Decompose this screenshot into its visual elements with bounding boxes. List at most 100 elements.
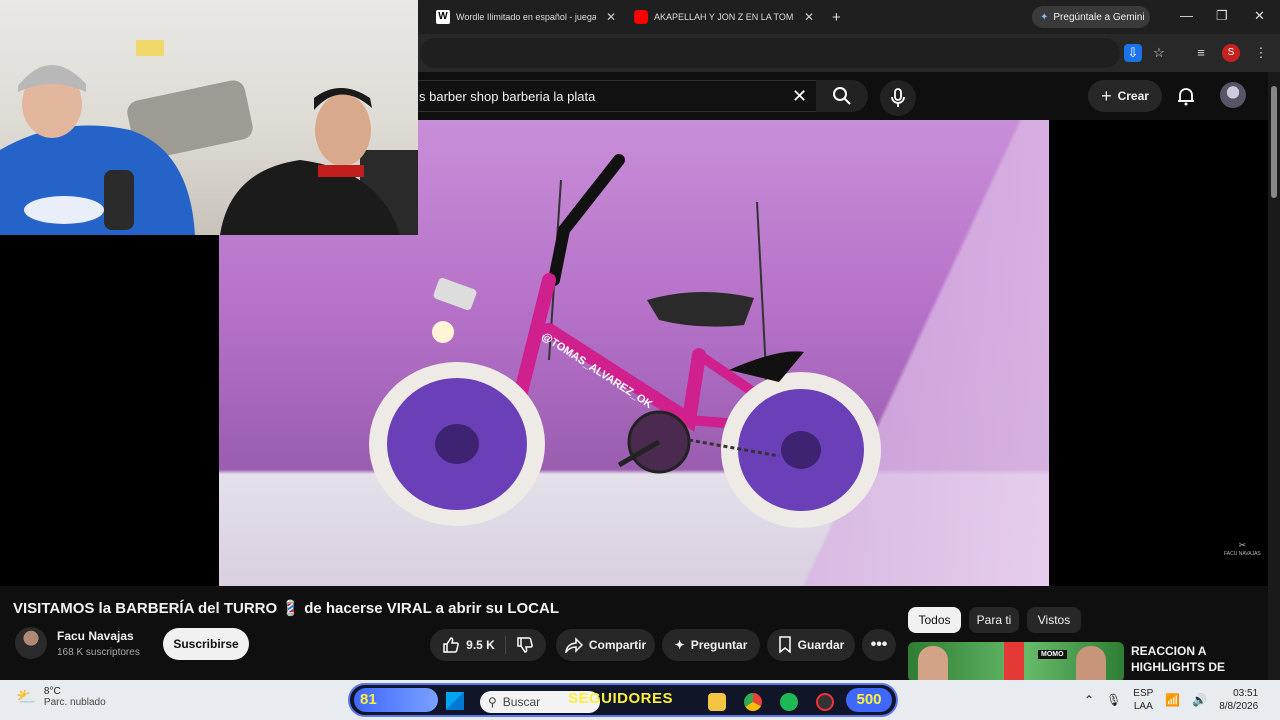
gemini-button[interactable]: ✦ Pregúntale a Gemini [1032,6,1150,28]
ask-button[interactable]: ✦ Preguntar [662,629,760,661]
language-indicator[interactable]: ESP LAA [1133,687,1153,713]
scissors-icon: ✂ [1238,540,1247,550]
thumbs-up-icon [443,637,460,653]
chrome-icon[interactable] [744,693,762,711]
clock[interactable]: 03:51 8/8/2026 [1219,687,1258,713]
search-query: s barber shop barberia la plata [419,88,596,104]
like-count: 9.5 K [466,638,495,652]
address-bar[interactable] [420,38,1120,68]
weather-desc: Parc. nublado [43,697,106,708]
thumbnail-player [1004,642,1024,682]
followers-goal: 500 [846,688,892,712]
plus-icon: + [1101,85,1112,106]
search-icon [833,87,851,105]
gemini-sparkle-icon: ✦ [1040,11,1049,23]
tab-title: Wordle Ilimitado en español - juega s [456,12,596,22]
channel-watermark: ✂ FACU NAVAJAS [1224,540,1261,557]
save-label: Guardar [797,638,845,652]
video-title: VISITAMOS la BARBERÍA del TURRO 💈 de hac… [13,600,559,617]
restore-icon[interactable]: ❐ [1216,8,1228,24]
bell-icon [1178,88,1194,106]
followers-label: SEGUIDORES [568,690,674,707]
facecam-illustration [0,40,418,235]
close-tab-icon[interactable]: ✕ [606,10,616,24]
chip-todos[interactable]: Todos [908,607,961,633]
keyboard-layout: LAA [1133,701,1153,712]
more-actions-button[interactable]: ••• [862,629,896,661]
thumbnail-face [918,646,948,682]
windows-start-icon[interactable] [446,692,464,710]
sparkle-icon: ✦ [674,638,685,652]
new-tab-button[interactable]: + [832,6,841,28]
weather-temp: 8°C [43,686,61,697]
thumbs-down-icon [517,637,533,653]
save-button[interactable]: Guardar [767,629,855,661]
windows-taskbar: ⛅ 8°C Parc. nublado 81 ⚲ Buscar SEGUIDOR… [0,680,1280,720]
channel-name[interactable]: Facu Navajas [57,629,134,643]
taskbar-search-label: Buscar [502,695,541,709]
thumbnail-badge: MOMO [1038,650,1067,659]
weather-widget[interactable]: ⛅ 8°C Parc. nublado [16,686,106,708]
clear-search-icon[interactable]: ✕ [792,86,807,107]
volume-icon[interactable]: 🔊 [1192,693,1207,707]
more-icon: ••• [870,636,888,653]
notifications-button[interactable] [1176,86,1196,111]
browser-tab-youtube[interactable]: AKAPELLAH Y JON Z EN LA TOM HOU ✕ [634,6,818,28]
minimize-icon[interactable]: — [1180,8,1193,23]
language-code: ESP [1133,688,1154,699]
clock-time: 03:51 [1233,688,1259,699]
search-icon: ⚲ [488,695,497,709]
chevron-up-icon[interactable]: ⌃ [1084,693,1094,707]
follower-goal-overlay: 81 ⚲ Buscar SEGUIDORES 500 [348,683,898,717]
subscribe-button[interactable]: Suscribirse [163,628,249,660]
page-scrollbar[interactable] [1268,72,1280,680]
thumbnail-face [1076,646,1106,682]
suggested-video-thumbnail[interactable]: MOMO [908,642,1124,682]
bookmark-star-icon[interactable]: ☆ [1150,44,1168,62]
obs-icon[interactable] [816,693,834,711]
suggested-video-title[interactable]: REACCION A HIGHLIGHTS DE [1131,643,1261,681]
chip-vistos[interactable]: Vistos [1027,607,1081,633]
partly-cloudy-icon: ⛅ [16,689,36,706]
scrollbar-thumb[interactable] [1271,86,1277,198]
streamer-facecam [0,0,418,235]
spotify-icon[interactable] [780,693,798,711]
clock-date: 8/8/2026 [1219,701,1259,712]
watermark-text: FACU NAVAJAS [1224,551,1261,557]
share-label: Compartir [588,638,647,652]
tab-title: AKAPELLAH Y JON Z EN LA TOM HOU [654,12,794,22]
share-button[interactable]: Compartir [556,629,655,661]
share-arrow-icon [564,637,583,653]
file-explorer-icon[interactable] [708,693,726,711]
profile-avatar-icon[interactable]: S [1222,44,1240,62]
wordle-favicon-icon: W [436,10,450,24]
bike-sticker-text: @TOMAS_ALVAREZ_OK [539,330,654,411]
microphone-icon [891,88,905,107]
browser-tab-wordle[interactable]: W Wordle Ilimitado en español - juega s … [436,6,620,28]
user-avatar[interactable] [1220,82,1246,108]
wifi-icon[interactable]: 📶 [1165,693,1180,707]
search-button[interactable] [816,80,868,112]
ask-label: Preguntar [690,638,748,652]
voice-search-button[interactable] [880,80,916,116]
subscriber-count: 168 K suscriptores [57,647,140,658]
media-control-icon[interactable]: ≡ [1192,44,1210,62]
close-window-icon[interactable]: ✕ [1254,8,1265,24]
close-tab-icon[interactable]: ✕ [804,10,814,24]
create-button[interactable]: + Crear [1088,80,1162,112]
like-button[interactable]: 9.5 K [442,636,506,654]
search-input[interactable]: s barber shop barberia la plata [404,80,824,112]
followers-current: 81 [354,688,438,712]
create-label: Crear [1117,89,1149,103]
gemini-label: Pregúntale a Gemini [1053,11,1145,23]
bookmark-icon [778,636,791,654]
microphone-tray-icon[interactable]: 🎙 [1106,693,1121,707]
youtube-favicon-icon [634,10,648,24]
install-app-icon[interactable]: ⇩ [1124,44,1142,62]
channel-avatar[interactable] [15,627,47,659]
browser-menu-icon[interactable]: ⋮ [1252,44,1270,62]
system-tray: ⌃ 🎙 ESP LAA 📶 🔊 03:51 8/8/2026 [1084,680,1258,720]
like-dislike-group: 9.5 K [430,629,546,661]
chip-para-ti[interactable]: Para ti [969,607,1019,633]
dislike-button[interactable] [512,636,534,654]
